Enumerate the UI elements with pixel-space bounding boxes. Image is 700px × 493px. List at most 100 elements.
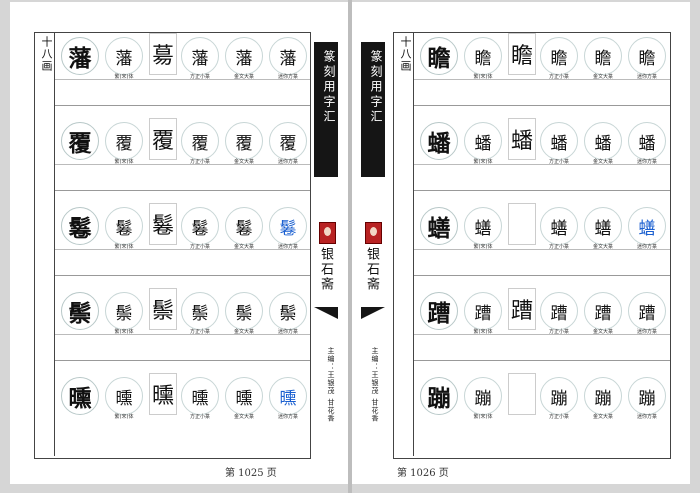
trad-char: 蹦 — [464, 377, 502, 415]
trad-char: 鬃 — [105, 292, 143, 330]
left-glyph-table: 十八画 藩 藩繁(宋)体 𦳝 藩方正小篆 藩金文大篆 藩迷你方篆 覆 覆繁(宋)… — [34, 32, 311, 459]
jw-char: 覆 — [225, 122, 263, 160]
main-char-cell: 鬃 — [59, 292, 101, 332]
main-char: 蟮 — [420, 207, 458, 245]
left-page: 十八画 藩 藩繁(宋)体 𦳝 藩方正小篆 藩金文大篆 藩迷你方篆 覆 覆繁(宋)… — [10, 2, 348, 484]
seal-char: 曛 — [149, 373, 177, 415]
jw-char: 蹦 — [584, 377, 622, 415]
trad-char: 鬈 — [105, 207, 143, 245]
caption: 繁(宋)体 — [114, 414, 134, 420]
caption: 方正小篆 — [548, 414, 569, 420]
seal-char-empty — [508, 203, 536, 245]
fz-cell: 鬃方正小篆 — [179, 292, 221, 335]
mini-char: 曛 — [269, 377, 307, 415]
fz-cell: 蹦方正小篆 — [538, 377, 580, 420]
fz-cell: 藩方正小篆 — [179, 37, 221, 80]
fz-char: 瞻 — [540, 37, 578, 75]
mini-cell: 曛迷你方篆 — [267, 377, 309, 420]
page-number: 第 1025 页 — [225, 468, 277, 479]
trad-char: 覆 — [105, 122, 143, 160]
main-char: 曛 — [61, 377, 99, 415]
fz-cell: 瞻方正小篆 — [538, 37, 580, 80]
mini-char: 覆 — [269, 122, 307, 160]
fz-cell: 覆方正小篆 — [179, 122, 221, 165]
caption: 繁(宋)体 — [473, 414, 493, 420]
glyph-row: 蟠 蟠繁(宋)体 蟠 蟠方正小篆 蟠金文大篆 蟠迷你方篆 — [414, 118, 670, 191]
right-stroke-label: 十八画 — [394, 33, 414, 456]
fz-char: 覆 — [181, 122, 219, 160]
mini-cell: 蟮迷你方篆 — [626, 207, 668, 250]
main-char-cell: 蟮 — [418, 207, 460, 247]
mini-char: 蹦 — [628, 377, 666, 415]
glyph-row: 藩 藩繁(宋)体 𦳝 藩方正小篆 藩金文大篆 藩迷你方篆 — [55, 33, 310, 106]
main-char: 鬃 — [61, 292, 99, 330]
fz-cell: 鬈方正小篆 — [179, 207, 221, 250]
glyph-row: 覆 覆繁(宋)体 覆 覆方正小篆 覆金文大篆 覆迷你方篆 — [55, 118, 310, 191]
publisher-name: 银石斋 — [318, 247, 333, 292]
jw-cell: 瞻金文大篆 — [582, 37, 624, 80]
glyph-row: 鬃 鬃繁(宋)体 鬃 鬃方正小篆 鬃金文大篆 鬃迷你方篆 — [55, 288, 310, 361]
caption: 金文大篆 — [592, 414, 613, 420]
mini-cell: 藩迷你方篆 — [267, 37, 309, 80]
trad-char: 蹧 — [464, 292, 502, 330]
main-char-cell: 曛 — [59, 377, 101, 417]
main-char-cell: 蹦 — [418, 377, 460, 417]
banner-text: 篆刻用字汇 — [369, 50, 383, 125]
fz-char: 藩 — [181, 37, 219, 75]
jw-cell: 蟮金文大篆 — [582, 207, 624, 250]
banner-title: 篆刻用字汇 — [361, 42, 385, 177]
row-divider — [55, 164, 310, 165]
publisher-name: 银石斋 — [364, 247, 379, 292]
fz-cell: 曛方正小篆 — [179, 377, 221, 420]
row-divider — [55, 249, 310, 250]
main-char: 蟠 — [420, 122, 458, 160]
glyph-row: 蹦 蹦繁(宋)体 蹦方正小篆 蹦金文大篆 蹦迷你方篆 — [414, 373, 670, 445]
jw-cell: 蹧金文大篆 — [582, 292, 624, 335]
seal-char: 覆 — [149, 118, 177, 160]
caption: 方正小篆 — [189, 414, 210, 420]
editors-credit: 主编：王银茂 甘花香 — [327, 347, 335, 423]
caption: 迷你方篆 — [277, 414, 298, 420]
fz-cell: 蹧方正小篆 — [538, 292, 580, 335]
author-portrait-icon — [365, 222, 382, 244]
mini-cell: 蹧迷你方篆 — [626, 292, 668, 335]
trad-char: 曛 — [105, 377, 143, 415]
trad-cell: 藩繁(宋)体 — [103, 37, 145, 80]
seal-char: 蟠 — [508, 118, 536, 160]
main-char-cell: 蟠 — [418, 122, 460, 162]
stroke-count-text: 十八画 — [399, 36, 412, 72]
jw-cell: 鬈金文大篆 — [223, 207, 265, 250]
main-char-cell: 覆 — [59, 122, 101, 162]
main-char: 藩 — [61, 37, 99, 75]
glyph-row: 蟮 蟮繁(宋)体 蟮方正小篆 蟮金文大篆 蟮迷你方篆 — [414, 203, 670, 276]
trad-cell: 蹦繁(宋)体 — [462, 377, 504, 420]
mini-char: 瞻 — [628, 37, 666, 75]
mini-char: 蟠 — [628, 122, 666, 160]
jw-char: 瞻 — [584, 37, 622, 75]
jw-char: 蟮 — [584, 207, 622, 245]
caption: 金文大篆 — [233, 414, 254, 420]
seal-char: 鬈 — [149, 203, 177, 245]
trad-cell: 瞻繁(宋)体 — [462, 37, 504, 80]
banner-title: 篆刻用字汇 — [314, 42, 338, 177]
mini-cell: 覆迷你方篆 — [267, 122, 309, 165]
trad-cell: 曛繁(宋)体 — [103, 377, 145, 420]
trad-cell: 覆繁(宋)体 — [103, 122, 145, 165]
seal-char: 蹧 — [508, 288, 536, 330]
mini-char: 鬈 — [269, 207, 307, 245]
author-portrait-icon — [319, 222, 336, 244]
mini-cell: 鬈迷你方篆 — [267, 207, 309, 250]
trad-char: 瞻 — [464, 37, 502, 75]
main-char-cell: 瞻 — [418, 37, 460, 77]
trad-char: 蟠 — [464, 122, 502, 160]
fz-cell: 蟮方正小篆 — [538, 207, 580, 250]
row-divider — [55, 79, 310, 80]
right-glyph-table: 十八画 瞻 瞻繁(宋)体 瞻 瞻方正小篆 瞻金文大篆 瞻迷你方篆 蟠 蟠繁(宋)… — [393, 32, 671, 459]
caption: 迷你方篆 — [636, 414, 657, 420]
main-char: 蹧 — [420, 292, 458, 330]
page-number: 第 1026 页 — [397, 468, 449, 479]
jw-char: 鬃 — [225, 292, 263, 330]
main-char-cell: 蹧 — [418, 292, 460, 332]
jw-cell: 蹦金文大篆 — [582, 377, 624, 420]
right-page: 十八画 瞻 瞻繁(宋)体 瞻 瞻方正小篆 瞻金文大篆 瞻迷你方篆 蟠 蟠繁(宋)… — [352, 2, 690, 484]
